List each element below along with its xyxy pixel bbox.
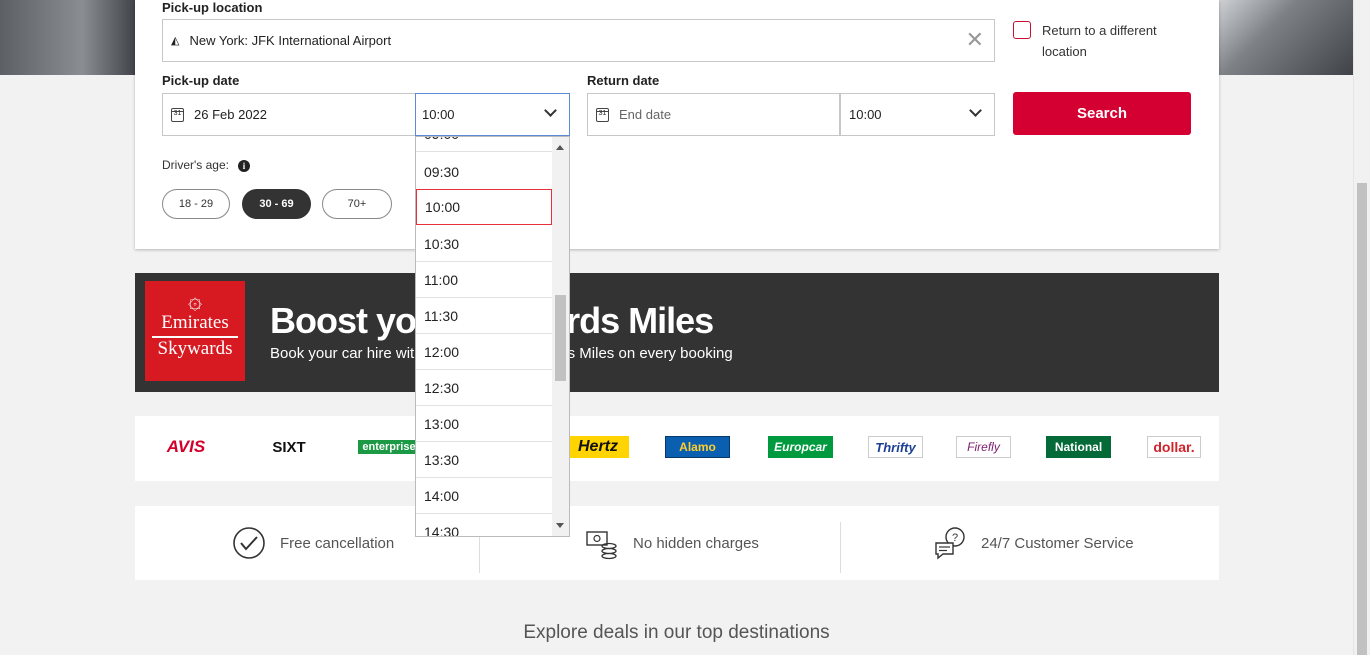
brand-dollar: dollar. xyxy=(1147,436,1201,458)
pickup-date-input[interactable]: 31 26 Feb 2022 xyxy=(162,93,416,136)
brand-avis: AVIS xyxy=(166,437,206,456)
pickup-time-select[interactable]: 10:00 xyxy=(415,93,570,136)
search-button[interactable]: Search xyxy=(1013,92,1191,135)
features-bar: Free cancellation No hidden charges ? 24… xyxy=(135,506,1219,580)
brand-sixt: SIXT xyxy=(272,438,306,456)
logo-line-2: Skywards xyxy=(152,336,238,360)
divider xyxy=(840,522,841,573)
brand-enterprise: enterprise xyxy=(358,440,420,454)
emirates-calligraphy-icon: ۞ xyxy=(187,286,203,314)
page-scrollbar[interactable] xyxy=(1353,0,1370,655)
age-option-18-29[interactable]: 18 - 29 xyxy=(162,189,230,219)
brand-hertz: Hertz xyxy=(567,436,629,458)
feature-customer-service: ? 24/7 Customer Service xyxy=(933,506,1134,580)
return-time-select[interactable]: 10:00 xyxy=(840,93,995,136)
time-option[interactable]: 13:00 xyxy=(416,406,552,442)
return-date-label: Return date xyxy=(587,73,660,88)
time-option-highlighted[interactable]: 10:00 xyxy=(416,189,552,225)
info-icon[interactable]: i xyxy=(238,160,250,172)
drivers-age-label: Driver's age: xyxy=(162,158,229,172)
emirates-skywards-logo: ۞ Emirates Skywards xyxy=(145,281,245,381)
check-circle-icon xyxy=(233,527,265,559)
scroll-down-icon[interactable] xyxy=(556,523,564,528)
time-option[interactable]: 13:30 xyxy=(416,442,552,478)
time-option[interactable]: 10:30 xyxy=(416,226,552,262)
brand-national: National xyxy=(1046,436,1111,458)
return-date-input[interactable]: 31 End date xyxy=(587,93,840,136)
chevron-down-icon xyxy=(969,104,982,117)
time-option[interactable]: 14:00 xyxy=(416,478,552,514)
pickup-date-label: Pick-up date xyxy=(162,73,240,88)
brand-thrifty: Thrifty xyxy=(868,436,923,458)
supplier-logos: AVIS SIXT enterprise Hertz Alamo Europca… xyxy=(135,416,1219,481)
search-card: Pick-up location ◭ New York: JFK Interna… xyxy=(135,0,1219,249)
chevron-down-icon xyxy=(544,104,557,117)
time-option[interactable]: 14:30 xyxy=(416,514,552,537)
pickup-location-input[interactable]: ◭ New York: JFK International Airport ✕ xyxy=(162,19,995,62)
return-time-value: 10:00 xyxy=(849,107,882,122)
brand-firefly: Firefly xyxy=(956,436,1011,458)
feature-label: Free cancellation xyxy=(280,534,395,552)
scroll-up-icon[interactable] xyxy=(556,145,564,150)
time-option[interactable]: 12:00 xyxy=(416,334,552,370)
return-different-checkbox[interactable] xyxy=(1013,21,1031,39)
pickup-time-value: 10:00 xyxy=(422,107,455,122)
chat-support-icon: ? xyxy=(935,527,965,560)
feature-free-cancellation: Free cancellation xyxy=(232,506,394,580)
dropdown-scrollbar[interactable] xyxy=(552,137,569,536)
coins-icon xyxy=(586,531,617,560)
time-option[interactable]: 09:30 xyxy=(416,154,552,190)
feature-label: No hidden charges xyxy=(633,534,759,552)
skywards-banner[interactable]: ۞ Emirates Skywards Boost your Skywards … xyxy=(135,273,1219,392)
feature-label: 24/7 Customer Service xyxy=(981,534,1134,552)
time-option[interactable]: 12:30 xyxy=(416,370,552,406)
time-option[interactable]: 09:00 xyxy=(416,137,552,152)
navigation-arrow-icon: ◭ xyxy=(171,35,180,47)
dropdown-scrollbar-thumb[interactable] xyxy=(555,295,566,381)
return-date-placeholder: End date xyxy=(619,107,672,122)
age-option-30-69[interactable]: 30 - 69 xyxy=(242,189,311,219)
page-scrollbar-thumb[interactable] xyxy=(1357,183,1367,655)
feature-no-hidden-charges: No hidden charges xyxy=(585,506,759,580)
pickup-time-dropdown[interactable]: 09:00 09:30 10:00 10:30 11:00 11:30 12:0… xyxy=(415,136,570,537)
return-different-label[interactable]: Return to a different location xyxy=(1042,20,1182,62)
pickup-location-label: Pick-up location xyxy=(162,0,263,15)
calendar-icon: 31 xyxy=(596,107,609,122)
pickup-location-value: New York: JFK International Airport xyxy=(189,33,392,48)
pickup-date-value: 26 Feb 2022 xyxy=(194,107,268,122)
explore-heading: Explore deals in our top destinations xyxy=(523,622,830,643)
time-option[interactable]: 11:00 xyxy=(416,262,552,298)
calendar-icon: 31 xyxy=(171,107,184,122)
brand-europcar: Europcar xyxy=(768,436,833,458)
logo-line-1: Emirates xyxy=(161,312,229,333)
hero-car-image xyxy=(1208,0,1358,75)
clear-icon[interactable]: ✕ xyxy=(966,29,984,51)
time-option[interactable]: 11:30 xyxy=(416,298,552,334)
svg-text:?: ? xyxy=(952,532,958,544)
brand-alamo: Alamo xyxy=(665,436,730,458)
age-option-70-plus[interactable]: 70+ xyxy=(322,189,392,219)
